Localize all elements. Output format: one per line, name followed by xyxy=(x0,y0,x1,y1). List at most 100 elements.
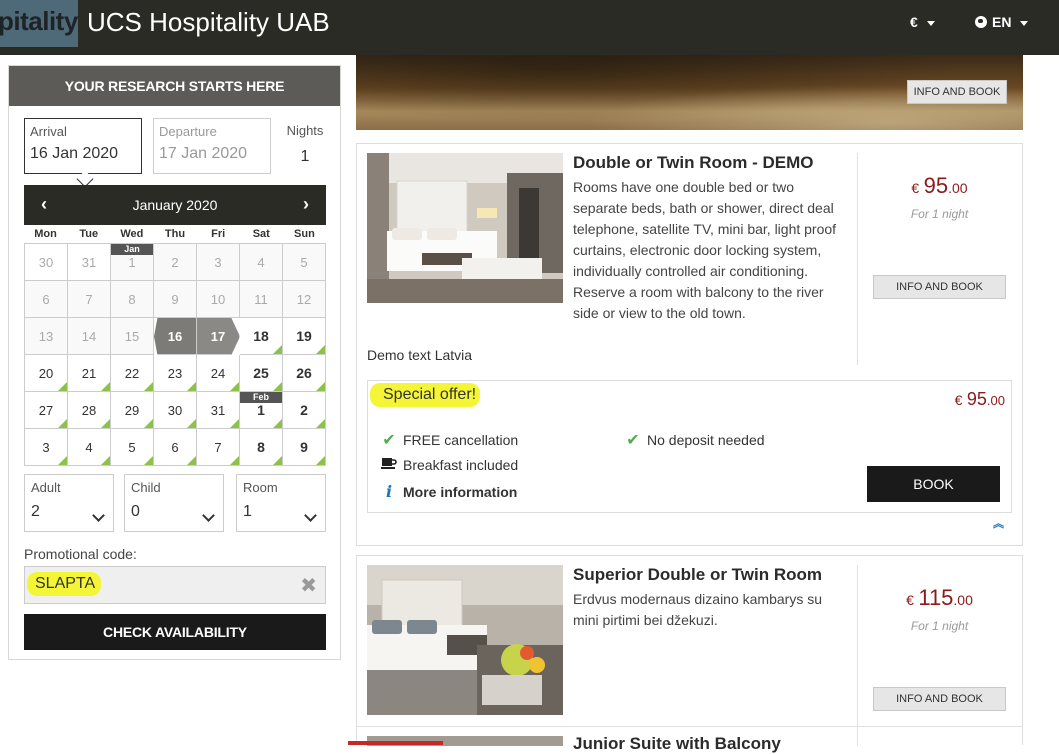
room-description: Erdvus modernaus dizaino kambarys su min… xyxy=(573,591,823,628)
departure-field[interactable]: Departure 17 Jan 2020 xyxy=(153,118,271,174)
calendar-month: January 2020 xyxy=(132,197,218,213)
room-title[interactable]: Junior Suite with Balcony xyxy=(573,734,781,754)
weekday-label: Sat xyxy=(252,228,270,240)
feature-label: Breakfast included xyxy=(403,457,519,473)
calendar-day[interactable]: 23 xyxy=(154,355,197,392)
feature-label: No deposit needed xyxy=(647,432,765,448)
room-photo[interactable] xyxy=(367,153,563,303)
calendar-day: 12 xyxy=(283,281,326,318)
feature-breakfast: Breakfast included xyxy=(380,456,518,473)
calendar-day[interactable]: 27 xyxy=(25,392,68,429)
price-decimal: .00 xyxy=(953,592,973,608)
special-offer-box: Special offer! € 95.00 ✔ FREE cancellatio… xyxy=(367,380,1012,513)
weekday-label: Mon xyxy=(34,228,57,240)
collapse-up-icon[interactable]: ︽ xyxy=(993,515,1004,531)
per-night-label: For 1 night xyxy=(910,619,969,633)
prev-month-button[interactable]: ‹ xyxy=(24,185,64,225)
calendar-day-selected-end[interactable]: 17 xyxy=(197,318,240,355)
calendar-day[interactable]: 31 xyxy=(197,392,240,429)
child-select[interactable]: Child 0 xyxy=(124,474,224,532)
calendar-day[interactable]: 25 xyxy=(240,355,283,392)
language-dropdown[interactable]: EN xyxy=(975,14,1029,30)
check-availability-button[interactable]: CHECK AVAILABILITY xyxy=(24,614,326,650)
more-information-label: More information xyxy=(403,484,518,500)
weekday-label: Fri xyxy=(211,228,226,240)
calendar-day[interactable]: 9 xyxy=(283,429,326,466)
room-card: Double or Twin Room - DEMO Rooms have on… xyxy=(356,143,1023,546)
info-book-button[interactable]: INFO AND BOOK xyxy=(873,275,1006,299)
calendar-day: 5 xyxy=(283,244,326,281)
hotel-logo[interactable]: pitality xyxy=(0,0,78,47)
weekday-label: Thu xyxy=(164,228,186,240)
calendar-day[interactable]: 20 xyxy=(25,355,68,392)
calendar-day[interactable]: 6 xyxy=(154,429,197,466)
special-offer-title: Special offer! xyxy=(370,383,481,407)
calendar-day[interactable]: 2 xyxy=(283,392,326,429)
per-night-label: For 1 night xyxy=(910,207,969,221)
promo-label: Promotional code: xyxy=(24,546,137,562)
price-decimal: .00 xyxy=(948,180,968,196)
month-tag: Jan xyxy=(111,244,153,255)
room-title[interactable]: Double or Twin Room - DEMO xyxy=(573,153,814,173)
currency-label: € xyxy=(910,14,918,30)
calendar-day[interactable]: 24 xyxy=(197,355,240,392)
calendar-day[interactable]: 7 xyxy=(197,429,240,466)
calendar-day[interactable]: 5 xyxy=(111,429,154,466)
weekday-label: Wed xyxy=(120,228,144,240)
price-decimal: .00 xyxy=(986,393,1005,408)
nights-value: 1 xyxy=(300,148,310,165)
feature-no-deposit: ✔ No deposit needed xyxy=(624,430,765,450)
arrival-value: 16 Jan 2020 xyxy=(30,145,119,162)
calendar-day[interactable]: 21 xyxy=(68,355,111,392)
calendar-grid: 30 31 Jan 1 2 3 4 5 6 7 8 9 10 11 12 13 1… xyxy=(24,243,326,466)
top-navbar: pitality UCS Hospitality UAB € EN xyxy=(0,0,1059,55)
calendar-day[interactable]: 19 xyxy=(283,318,326,355)
calendar-day: 4 xyxy=(240,244,283,281)
child-label: Child xyxy=(131,480,161,495)
price-integer: 95 xyxy=(923,173,949,198)
weekday-label: Tue xyxy=(79,228,99,240)
calendar-header: ‹ January 2020 › xyxy=(24,185,326,225)
calendar-day[interactable]: 8 xyxy=(240,429,283,466)
currency-dropdown[interactable]: € xyxy=(910,14,935,30)
arrival-field[interactable]: Arrival 16 Jan 2020 xyxy=(24,118,142,174)
calendar-day: 10 xyxy=(197,281,240,318)
calendar-day: 2 xyxy=(154,244,197,281)
site-title: UCS Hospitality UAB xyxy=(87,7,330,37)
globe-icon xyxy=(975,16,987,28)
room-description: Rooms have one double bed or two separat… xyxy=(573,179,837,321)
date-picker-calendar: ‹ January 2020 › Mon Tue Wed Thu Fri Sat… xyxy=(24,185,326,466)
calendar-day: Jan 1 xyxy=(111,244,154,281)
calendar-day[interactable]: 30 xyxy=(154,392,197,429)
calendar-day[interactable]: 28 xyxy=(68,392,111,429)
room-select[interactable]: Room 1 xyxy=(236,474,326,532)
calendar-day-selected-start[interactable]: 16 xyxy=(154,318,197,355)
room-label: Room xyxy=(243,480,278,495)
calendar-day[interactable]: 18 xyxy=(240,318,283,355)
calendar-day[interactable]: 22 xyxy=(111,355,154,392)
price-currency: € xyxy=(906,592,914,608)
next-month-button[interactable]: › xyxy=(286,185,326,225)
info-book-button[interactable]: INFO AND BOOK xyxy=(873,687,1006,711)
room-price: € 115.00 xyxy=(872,585,1007,611)
price-currency: € xyxy=(911,180,920,196)
price-currency: € xyxy=(954,392,963,408)
calendar-day[interactable]: 26 xyxy=(283,355,326,392)
adult-select[interactable]: Adult 2 xyxy=(24,474,114,532)
divider xyxy=(357,726,1022,727)
room-photo[interactable] xyxy=(367,565,563,715)
calendar-day[interactable]: 3 xyxy=(25,429,68,466)
departure-label: Departure xyxy=(159,124,217,139)
room-title[interactable]: Superior Double or Twin Room xyxy=(573,565,822,585)
calendar-day[interactable]: 4 xyxy=(68,429,111,466)
book-button[interactable]: BOOK xyxy=(867,466,1000,502)
calendar-day-number: 1 xyxy=(257,402,265,418)
more-information-link[interactable]: i More information xyxy=(380,482,517,501)
calendar-day[interactable]: 29 xyxy=(111,392,154,429)
hero-info-book-button[interactable]: INFO AND BOOK xyxy=(907,80,1007,104)
room-price: € 95.00 xyxy=(872,173,1007,199)
calendar-day: 9 xyxy=(154,281,197,318)
promo-code-input[interactable]: SLAPTA ✖ xyxy=(24,566,326,604)
calendar-day[interactable]: Feb 1 xyxy=(240,392,283,429)
clear-icon[interactable]: ✖ xyxy=(300,573,317,598)
